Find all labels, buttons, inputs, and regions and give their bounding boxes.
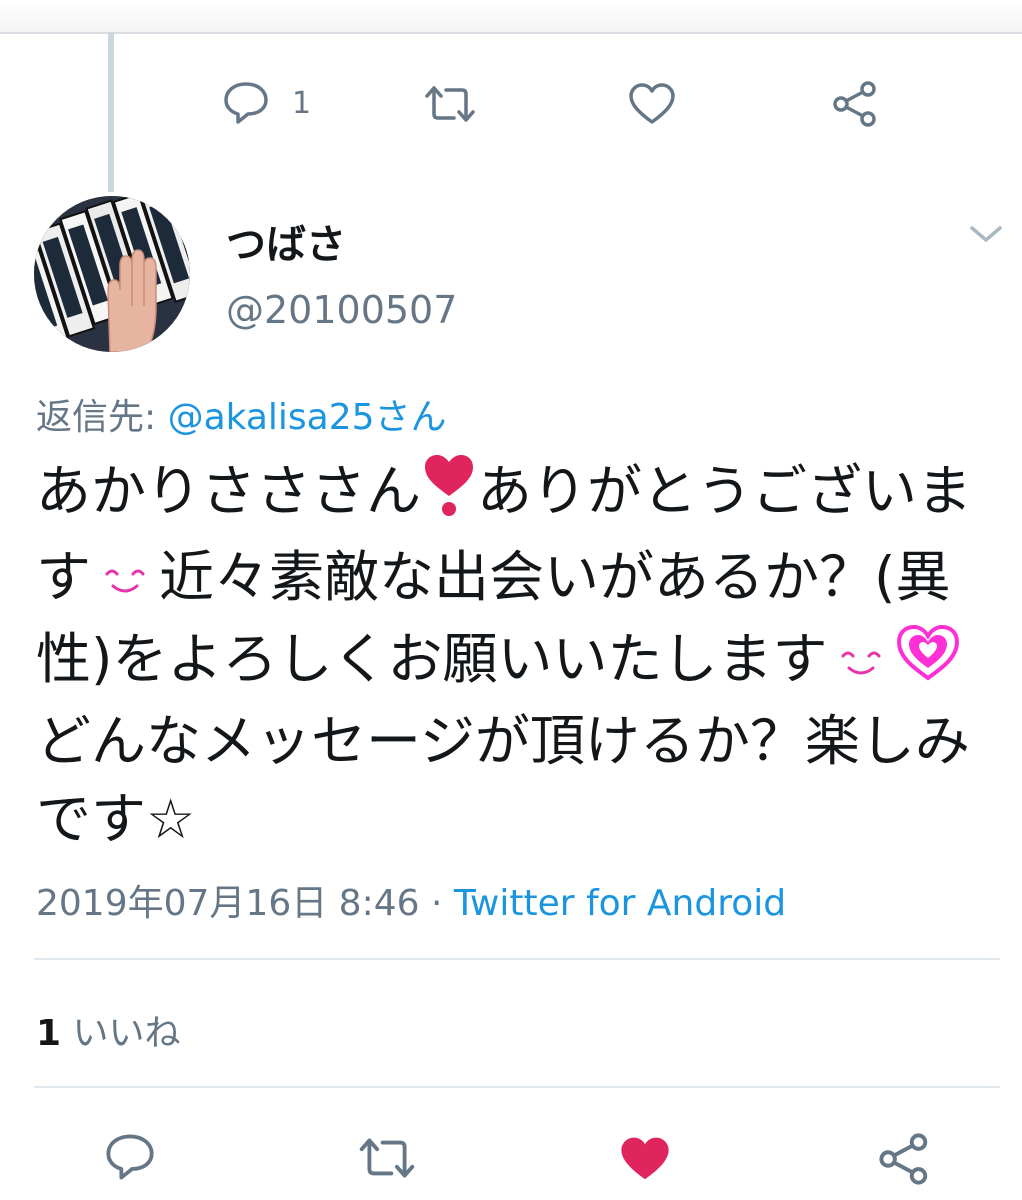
like-button[interactable] [628, 82, 676, 126]
reply-icon [104, 1132, 156, 1182]
tweet-text-part-4: どんなメッセージが頂けるか？楽しみです☆ [36, 708, 970, 851]
divider [34, 958, 1000, 960]
share-button[interactable] [878, 1132, 932, 1186]
retweet-icon [358, 1136, 416, 1180]
avatar[interactable] [34, 196, 190, 352]
tweet-meta: 2019年07月16日 8:46 · Twitter for Android [36, 874, 786, 926]
reply-button[interactable] [104, 1132, 156, 1182]
top-edge [0, 0, 1022, 34]
reply-to-label: 返信先: [36, 397, 168, 438]
likes-label: いいね [61, 1013, 181, 1054]
share-icon [878, 1132, 932, 1186]
reply-button[interactable]: 1 [222, 80, 311, 126]
reply-icon [222, 80, 270, 126]
reply-to-line: 返信先: @akalisa25さん [36, 388, 447, 440]
retweet-button[interactable] [358, 1136, 416, 1180]
like-button-active[interactable] [618, 1134, 672, 1184]
avatar-image [34, 196, 190, 352]
divider [34, 1086, 1000, 1088]
tweet-text-part-1: あかりさささん [36, 459, 422, 524]
display-name[interactable]: つばさ [226, 212, 346, 270]
like-icon [618, 1134, 672, 1184]
meta-separator: · [419, 883, 454, 924]
likes-count: 1 [36, 1013, 62, 1054]
smile-emoji [837, 624, 885, 702]
more-options-button[interactable] [968, 222, 1004, 250]
tweet-source[interactable]: Twitter for Android [454, 883, 786, 924]
reply-to-mention[interactable]: @akalisa25さん [168, 397, 447, 438]
smile-emoji [101, 542, 149, 620]
retweet-icon [424, 84, 476, 124]
retweet-button[interactable] [424, 84, 476, 124]
timestamp[interactable]: 2019年07月16日 8:46 [36, 883, 420, 924]
share-icon [832, 80, 880, 128]
thread-connector [108, 32, 114, 192]
user-handle[interactable]: @20100507 [226, 288, 457, 332]
tweet-text: あかりさささん ありがとうございます 近々素敵な出会いがあるか？(異性)をよろしくお… [36, 452, 1016, 858]
sparkle-heart-emoji [895, 624, 961, 702]
like-icon [628, 82, 676, 126]
reply-count: 1 [292, 85, 312, 121]
likes-summary[interactable]: 1 いいね [36, 1004, 181, 1056]
share-button[interactable] [832, 80, 880, 128]
tweet-text-part-3: 近々素敵な出会いがあるか？(異性)をよろしくお願いいたします [36, 545, 951, 691]
heart-emoji [421, 452, 477, 538]
caret-down-icon [968, 226, 1004, 250]
